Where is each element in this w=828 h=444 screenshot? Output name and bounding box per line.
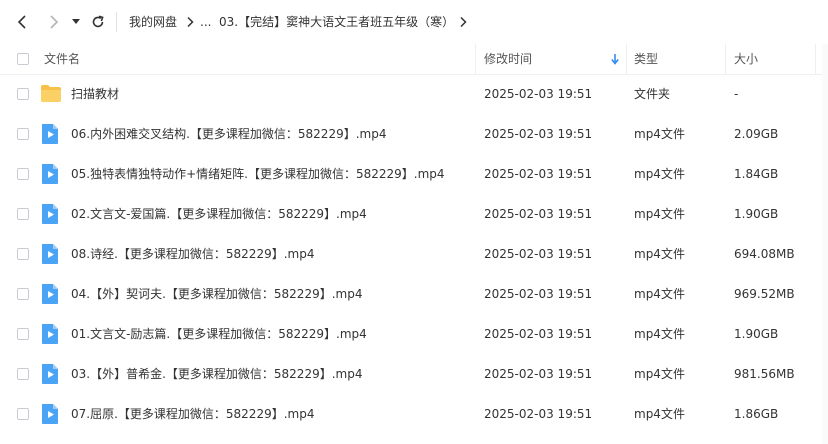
row-checkbox[interactable] [17,408,29,420]
file-type: mp4文件 [634,247,685,261]
video-file-icon [40,323,62,345]
column-divider[interactable] [475,44,476,74]
file-row[interactable]: 06.内外困难交叉结构.【更多课程加微信：582229】.mp4 2025-02… [0,114,828,154]
file-size: 1.86GB [734,407,779,421]
file-type: mp4文件 [634,367,685,381]
file-type: mp4文件 [634,207,685,221]
file-modified-time: 2025-02-03 19:51 [484,367,593,381]
file-type: mp4文件 [634,167,685,181]
chevron-right-icon [457,13,469,31]
file-type: mp4文件 [634,407,685,421]
file-modified-time: 2025-02-03 19:51 [484,247,593,261]
video-file-icon [42,324,58,344]
column-header-name[interactable]: 文件名 [44,44,80,74]
divider [116,12,117,32]
row-checkbox[interactable] [17,368,29,380]
file-type: mp4文件 [634,287,685,301]
video-file-icon [42,244,58,264]
scrollbar[interactable] [822,44,828,444]
file-size: 1.84GB [734,167,779,181]
file-type: mp4文件 [634,327,685,341]
chevron-left-icon [17,15,26,29]
forward-button[interactable] [44,12,64,32]
refresh-icon [92,15,104,28]
navigation-bar: 我的网盘 ... 03.【完结】窦神大语文王者班五年级（寒） [0,0,828,44]
video-file-icon [40,123,62,145]
column-header-type[interactable]: 类型 [634,44,658,74]
chevron-right-icon [50,15,59,29]
file-size: 694.08MB [734,247,795,261]
column-header-size[interactable]: 大小 [734,44,758,74]
column-divider[interactable] [725,44,726,74]
caret-down-icon [72,19,80,24]
row-checkbox[interactable] [17,88,29,100]
file-size: 1.90GB [734,207,779,221]
folder-icon [41,85,61,102]
file-name[interactable]: 03.【外】普希金.【更多课程加微信：582229】.mp4 [71,354,362,394]
file-type: mp4文件 [634,127,685,141]
file-name[interactable]: 05.独特表情独特动作+情绪矩阵.【更多课程加微信：582229】.mp4 [71,154,445,194]
select-all-checkbox[interactable] [17,53,29,65]
file-row[interactable]: 01.文言文-励志篇.【更多课程加微信：582229】.mp4 2025-02-… [0,314,828,354]
video-file-icon [40,363,62,385]
video-file-icon [42,284,58,304]
column-divider[interactable] [626,44,627,74]
video-file-icon [42,364,58,384]
file-modified-time: 2025-02-03 19:51 [484,87,593,101]
file-row[interactable]: 03.【外】普希金.【更多课程加微信：582229】.mp4 2025-02-0… [0,354,828,394]
video-file-icon [40,163,62,185]
file-size: 1.90GB [734,327,779,341]
refresh-button[interactable] [88,12,108,32]
file-row[interactable]: 07.屈原.【更多课程加微信：582229】.mp4 2025-02-03 19… [0,394,828,434]
video-file-icon [42,124,58,144]
column-header-modified[interactable]: 修改时间 [484,44,532,74]
file-name[interactable]: 01.文言文-励志篇.【更多课程加微信：582229】.mp4 [71,314,367,354]
file-modified-time: 2025-02-03 19:51 [484,407,593,421]
breadcrumb-item-current[interactable]: 03.【完结】窦神大语文王者班五年级（寒） [219,14,454,30]
row-checkbox[interactable] [17,128,29,140]
file-row[interactable]: 扫描教材 2025-02-03 19:51 文件夹 - [0,74,828,114]
video-file-icon [42,204,58,224]
row-checkbox[interactable] [17,248,29,260]
column-divider[interactable] [815,44,816,74]
video-file-icon [40,403,62,425]
file-modified-time: 2025-02-03 19:51 [484,327,593,341]
file-size: 981.56MB [734,367,795,381]
file-size: 969.52MB [734,287,795,301]
file-modified-time: 2025-02-03 19:51 [484,207,593,221]
file-size: 2.09GB [734,127,779,141]
file-row[interactable]: 05.独特表情独特动作+情绪矩阵.【更多课程加微信：582229】.mp4 20… [0,154,828,194]
row-checkbox[interactable] [17,288,29,300]
back-button[interactable] [12,12,32,32]
file-modified-time: 2025-02-03 19:51 [484,127,593,141]
video-file-icon [42,164,58,184]
file-name[interactable]: 07.屈原.【更多课程加微信：582229】.mp4 [71,394,314,434]
file-modified-time: 2025-02-03 19:51 [484,167,593,181]
file-name[interactable]: 扫描教材 [71,74,119,114]
row-checkbox[interactable] [17,208,29,220]
file-row[interactable]: 04.【外】契诃夫.【更多课程加微信：582229】.mp4 2025-02-0… [0,274,828,314]
file-name[interactable]: 04.【外】契诃夫.【更多课程加微信：582229】.mp4 [71,274,362,314]
file-size: - [734,87,739,101]
row-checkbox[interactable] [17,168,29,180]
chevron-right-icon [184,13,196,31]
video-file-icon [40,283,62,305]
video-file-icon [40,203,62,225]
file-name[interactable]: 08.诗经.【更多课程加微信：582229】.mp4 [71,234,314,274]
file-list-header: 文件名 修改时间 类型 大小 [0,44,828,75]
breadcrumb-item-home[interactable]: 我的网盘 [129,14,177,30]
file-row[interactable]: 08.诗经.【更多课程加微信：582229】.mp4 2025-02-03 19… [0,234,828,274]
file-row[interactable]: 02.文言文-爱国篇.【更多课程加微信：582229】.mp4 2025-02-… [0,194,828,234]
sort-descending-icon[interactable] [611,54,619,65]
breadcrumb-item-ellipsis[interactable]: ... [200,14,211,30]
file-type: 文件夹 [634,87,671,101]
file-name[interactable]: 06.内外困难交叉结构.【更多课程加微信：582229】.mp4 [71,114,386,154]
file-name[interactable]: 02.文言文-爱国篇.【更多课程加微信：582229】.mp4 [71,194,367,234]
video-file-icon [40,243,62,265]
row-checkbox[interactable] [17,328,29,340]
history-dropdown-button[interactable] [68,12,84,32]
file-modified-time: 2025-02-03 19:51 [484,287,593,301]
video-file-icon [42,404,58,424]
folder-icon [40,83,62,105]
